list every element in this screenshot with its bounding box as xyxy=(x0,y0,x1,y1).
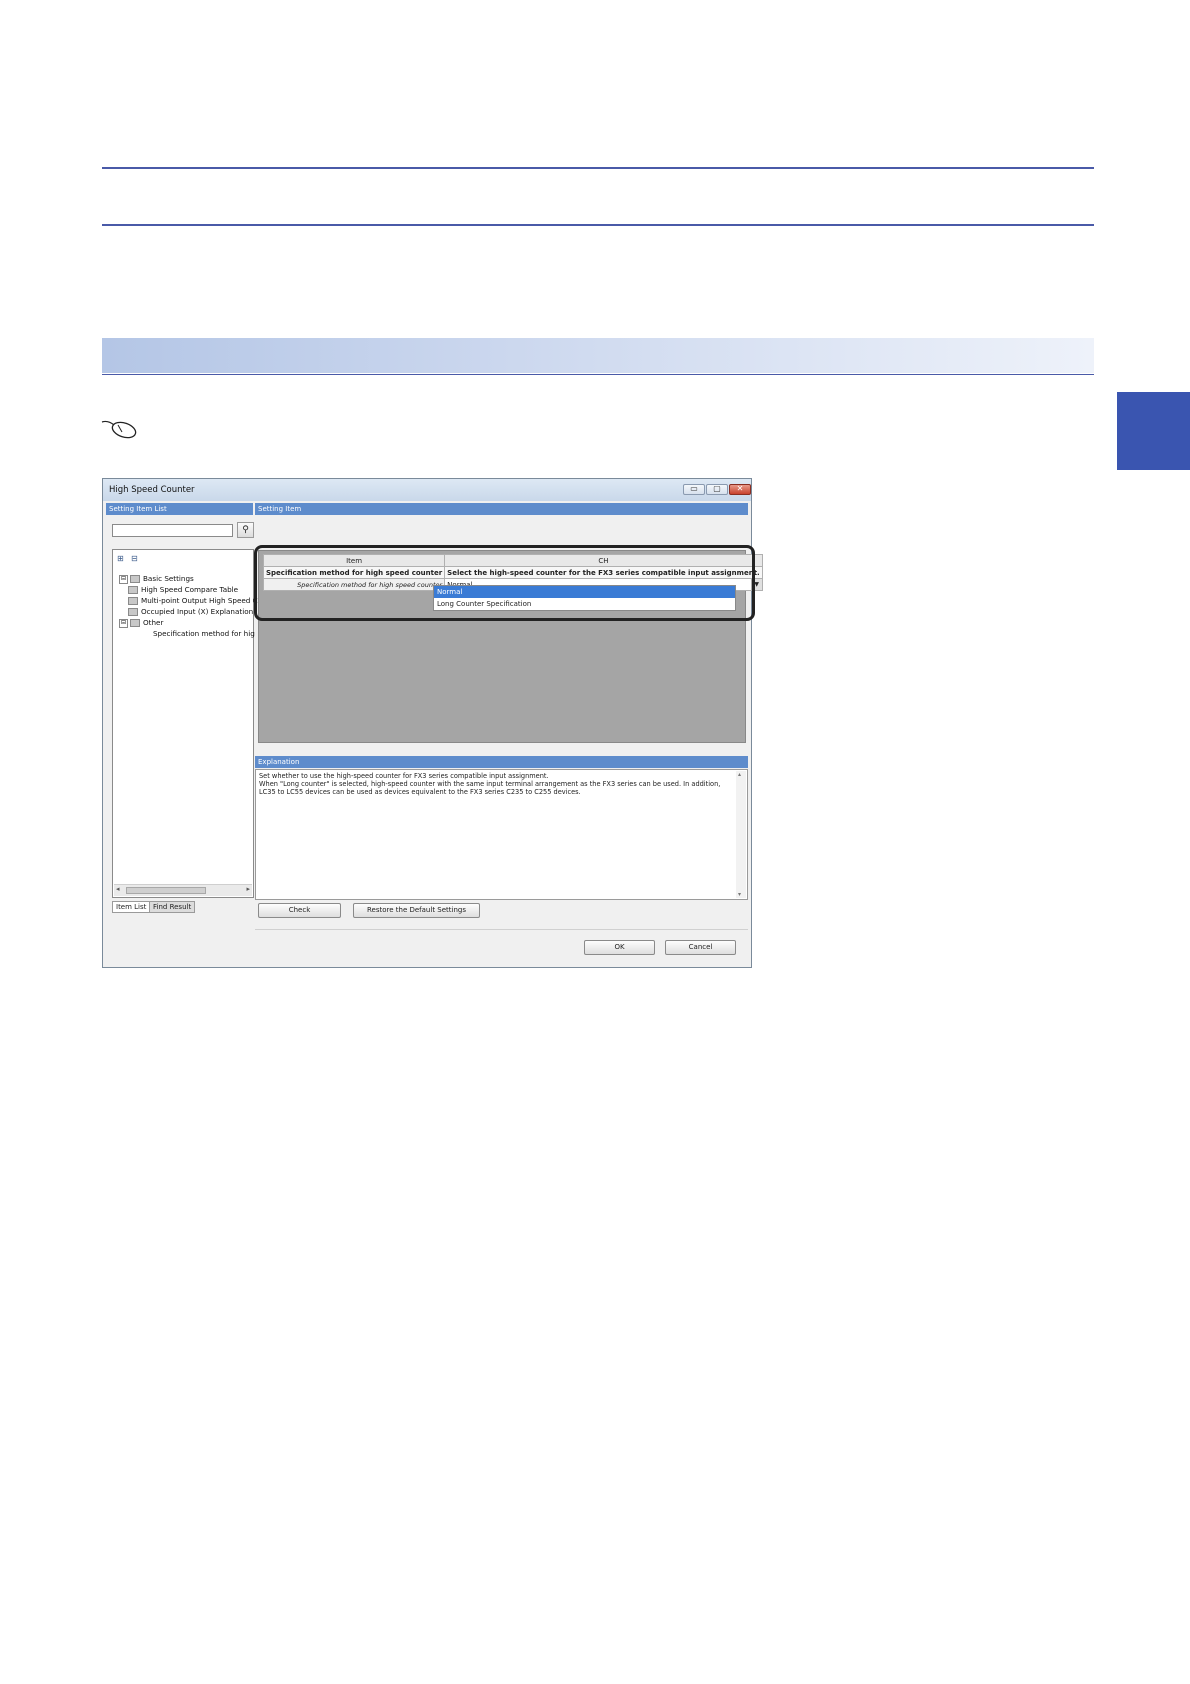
tree-item-label: High Speed Compare Table xyxy=(141,585,239,594)
tree-item-label: Occupied Input (X) Explanation xyxy=(141,607,254,616)
high-speed-counter-window: High Speed Counter ▭ ▢ ✕ Setting Item Li… xyxy=(102,478,763,968)
close-button[interactable]: ✕ xyxy=(729,484,751,495)
scroll-thumb[interactable] xyxy=(126,887,206,894)
collapse-all-icon[interactable]: ⊟ xyxy=(131,554,138,563)
explanation-text: Set whether to use the high-speed counte… xyxy=(259,772,729,796)
minimize-button[interactable]: ▭ xyxy=(683,484,705,495)
setting-item-header: Setting Item xyxy=(255,503,748,515)
scroll-down-icon[interactable]: ▾ xyxy=(738,891,741,898)
folder-icon xyxy=(128,586,138,594)
tree-item-specification-method[interactable]: Specification method for hig xyxy=(153,629,255,638)
tree-item-multi-point-output[interactable]: Multi-point Output High Speed C xyxy=(128,596,258,605)
explanation-line: LC35 to LC55 devices can be used as devi… xyxy=(259,788,581,796)
cancel-button[interactable]: Cancel xyxy=(665,940,736,955)
restore-default-button[interactable]: Restore the Default Settings xyxy=(353,903,480,918)
maximize-icon: ▢ xyxy=(713,484,721,493)
callout-frame xyxy=(254,545,755,621)
top-rule xyxy=(102,167,1094,169)
tree-item-compare-table[interactable]: High Speed Compare Table xyxy=(128,585,238,594)
folder-icon xyxy=(130,575,140,583)
section-band-line xyxy=(102,374,1094,375)
tree-expander-icon[interactable]: ⊟ xyxy=(119,618,128,628)
footer-divider xyxy=(255,929,748,930)
check-button[interactable]: Check xyxy=(258,903,341,918)
tree-expander-icon[interactable]: ⊟ xyxy=(119,574,128,584)
scroll-left-icon[interactable]: ◂ xyxy=(116,885,120,893)
explanation-line: When "Long counter" is selected, high-sp… xyxy=(259,780,721,788)
section-band xyxy=(102,338,1094,373)
folder-icon xyxy=(128,608,138,616)
tree-item-other[interactable]: ⊟ Other xyxy=(119,618,163,628)
tree-item-occupied-input[interactable]: Occupied Input (X) Explanation xyxy=(128,607,253,616)
tree-item-label: Basic Settings xyxy=(143,574,194,583)
explanation-scrollbar[interactable]: ▴ ▾ xyxy=(736,771,746,898)
search-input[interactable] xyxy=(112,524,233,537)
minimize-icon: ▭ xyxy=(690,484,698,493)
folder-icon xyxy=(130,619,140,627)
close-icon: ✕ xyxy=(736,484,744,493)
window-title: High Speed Counter xyxy=(109,485,195,495)
setting-tree: ⊞ ⊟ ⊟ Basic Settings High Speed Compare T… xyxy=(112,549,258,898)
expand-all-icon[interactable]: ⊞ xyxy=(117,554,124,563)
tab-item-list[interactable]: Item List xyxy=(112,901,151,913)
ok-button[interactable]: OK xyxy=(584,940,655,955)
heading-rule xyxy=(102,224,1094,226)
tree-item-basic-settings[interactable]: ⊟ Basic Settings xyxy=(119,574,194,584)
tab-find-result[interactable]: Find Result xyxy=(149,901,196,913)
tree-item-label: Multi-point Output High Speed C xyxy=(141,596,258,605)
maximize-button[interactable]: ▢ xyxy=(706,484,728,495)
search-button[interactable]: ⚲ xyxy=(237,522,254,538)
scroll-right-icon[interactable]: ▸ xyxy=(246,885,250,893)
explanation-header: Explanation xyxy=(255,756,748,768)
setting-item-list-header: Setting Item List xyxy=(106,503,253,515)
folder-icon xyxy=(128,597,138,605)
explanation-box: Set whether to use the high-speed counte… xyxy=(255,769,748,900)
tree-item-label: Other xyxy=(143,618,164,627)
binoculars-icon: ⚲ xyxy=(242,525,249,535)
tree-item-label: Specification method for hig xyxy=(153,629,255,638)
window-titlebar: High Speed Counter ▭ ▢ ✕ xyxy=(103,479,751,501)
tree-horizontal-scrollbar[interactable]: ◂ ▸ xyxy=(114,884,252,896)
chapter-side-tab xyxy=(1117,392,1190,470)
explanation-line: Set whether to use the high-speed counte… xyxy=(259,772,549,780)
mouse-icon xyxy=(101,420,137,439)
scroll-up-icon[interactable]: ▴ xyxy=(738,771,741,778)
